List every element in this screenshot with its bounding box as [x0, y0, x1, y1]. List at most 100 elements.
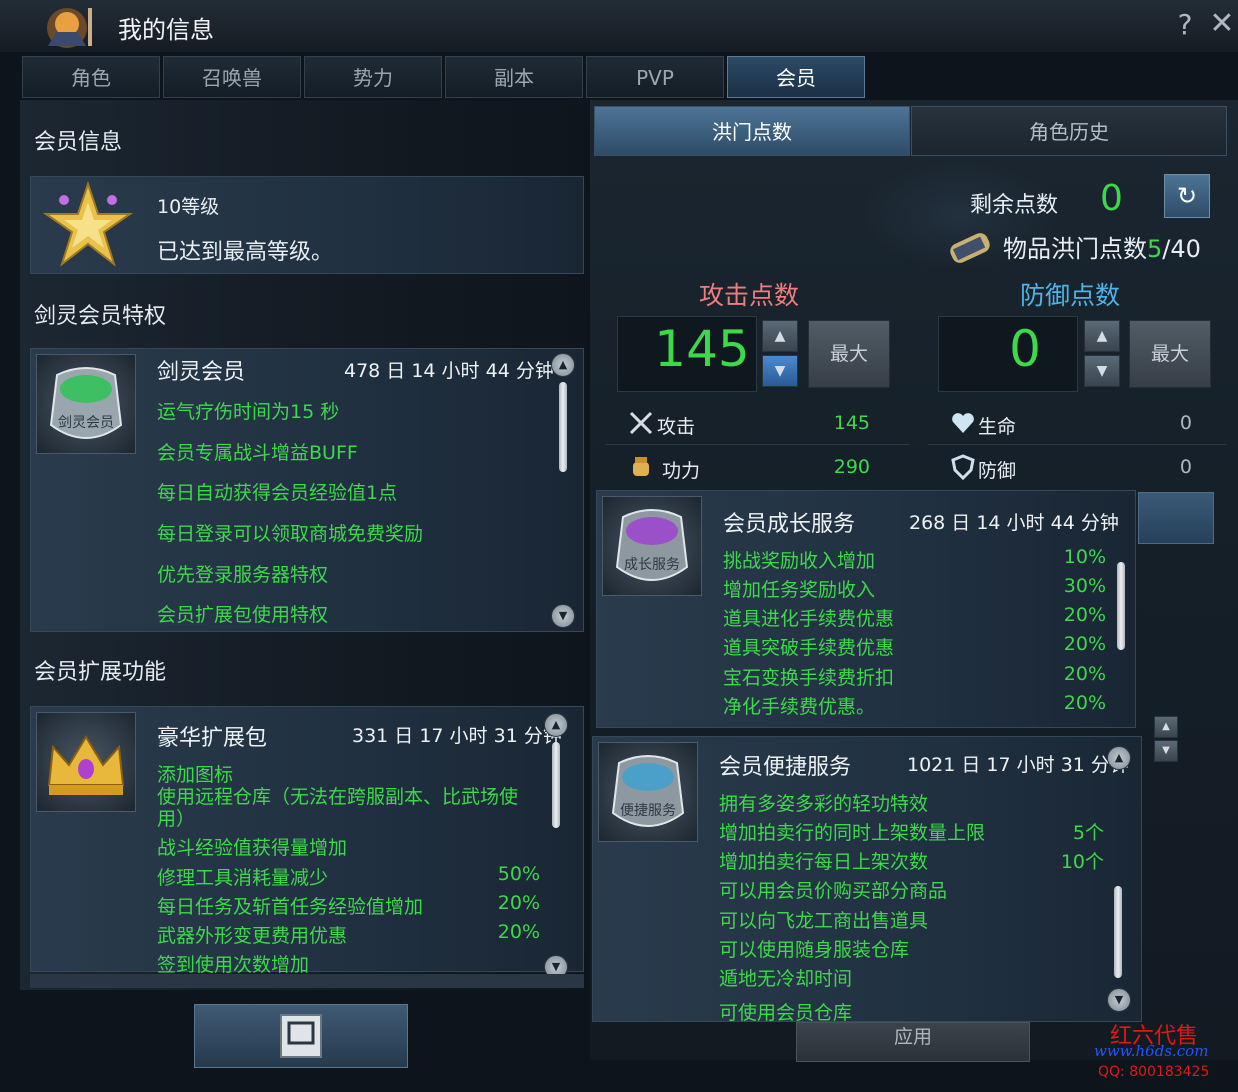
heart-icon: [950, 410, 976, 436]
extension-item: 武器外形变更费用优惠: [157, 925, 348, 947]
extension-name: 豪华扩展包: [157, 726, 268, 751]
stat-label: 生命: [978, 416, 1017, 438]
reset-button[interactable]: ↻: [1164, 174, 1210, 218]
growth-item-value: 20%: [1063, 633, 1106, 655]
extension-item: 添加图标: [157, 764, 234, 786]
growth-service-time: 268 日 14 小时 44 分钟: [909, 512, 1119, 534]
watermark-qq: QQ: 800183425: [1098, 1064, 1210, 1080]
remaining-points-value: 0: [1100, 178, 1123, 219]
convenience-item-value: 10个: [1060, 851, 1104, 873]
privilege-item: 每日自动获得会员经验值1点: [157, 482, 398, 504]
privilege-item: 运气疗伤时间为15 秒: [157, 401, 340, 423]
stat-label: 防御: [978, 460, 1017, 482]
scroll-up-button[interactable]: ▲: [551, 353, 575, 377]
shield-icon: [950, 454, 976, 481]
side-scroll-up-button[interactable]: ▲: [1154, 716, 1178, 738]
growth-item-value: 20%: [1063, 604, 1106, 626]
stat-value: 290: [833, 456, 870, 478]
attack-points-value: 145: [654, 320, 750, 378]
convenience-item: 增加拍卖行的同时上架数量上限: [719, 822, 986, 844]
attack-decrease-button[interactable]: ▼: [762, 355, 798, 387]
scrollbar-thumb[interactable]: [559, 382, 567, 472]
tab-summon[interactable]: 召唤兽: [163, 56, 301, 98]
item-points-total: /40: [1162, 235, 1201, 263]
window-title: 我的信息: [118, 16, 214, 44]
defense-points-value: 0: [1009, 320, 1041, 378]
extension-item: 战斗经验值获得量增加: [157, 837, 348, 859]
extension-item: 每日任务及斩首任务经验值增加: [157, 896, 424, 918]
tab-character[interactable]: 角色: [22, 56, 160, 98]
scrollbar-thumb[interactable]: [1117, 562, 1125, 650]
member-info-title: 会员信息: [34, 130, 123, 155]
growth-item: 宝石变换手续费折扣: [723, 667, 895, 689]
extension-item: 签到使用次数增加: [157, 954, 310, 976]
scroll-item-icon: [944, 226, 998, 270]
privilege-item: 优先登录服务器特权: [157, 564, 329, 586]
member-level: 10等级: [157, 196, 220, 218]
scroll-up-button[interactable]: ▲: [1107, 746, 1131, 770]
growth-service-token-icon: 成长服务: [602, 496, 702, 596]
extension-item: 修理工具消耗量减少: [157, 867, 329, 889]
extension-item-value: 50%: [497, 863, 540, 885]
defense-increase-button[interactable]: ▲: [1084, 320, 1120, 352]
growth-item-value: 20%: [1063, 692, 1106, 714]
convenience-item: 可以向飞龙工商出售道具: [719, 910, 929, 932]
defense-decrease-button[interactable]: ▼: [1084, 355, 1120, 387]
reset-icon: ↻: [1176, 182, 1198, 210]
scroll-down-button[interactable]: ▼: [1107, 988, 1131, 1012]
extension-item-value: 20%: [497, 921, 540, 943]
tab-member[interactable]: 会员: [727, 56, 865, 98]
growth-item: 道具进化手续费优惠: [723, 608, 895, 630]
scroll-down-button[interactable]: ▼: [551, 604, 575, 628]
member-level-desc: 已达到最高等级。: [157, 240, 334, 265]
growth-service-name: 会员成长服务: [723, 512, 856, 537]
tab-dungeon[interactable]: 副本: [445, 56, 583, 98]
convenience-item-value: 5个: [1072, 822, 1104, 844]
star-badge-icon: [40, 180, 136, 270]
growth-item: 道具突破手续费优惠: [723, 637, 895, 659]
close-button[interactable]: ✕: [1206, 6, 1238, 42]
token-label: 剑灵会员: [58, 415, 114, 431]
tab-faction[interactable]: 势力: [304, 56, 442, 98]
character-emblem-icon: [28, 2, 106, 50]
stat-value: 0: [1179, 412, 1192, 434]
help-button[interactable]: ?: [1170, 8, 1200, 42]
convenience-service-token-icon: 便捷服务: [598, 742, 698, 842]
convenience-item: 拥有多姿多彩的轻功特效: [719, 793, 929, 815]
privilege-name: 剑灵会员: [157, 360, 246, 385]
privilege-item: 会员专属战斗增益BUFF: [157, 442, 358, 464]
growth-item-value: 20%: [1063, 663, 1106, 685]
stat-value: 145: [833, 412, 870, 434]
convenience-item: 可以使用随身服装仓库: [719, 939, 910, 961]
fist-icon: [628, 454, 654, 480]
convenience-item: 可以用会员价购买部分商品: [719, 880, 948, 902]
defense-max-button[interactable]: 最大: [1129, 320, 1211, 388]
subtab-hongmen-points[interactable]: 洪门点数: [594, 106, 910, 156]
subtab-character-history[interactable]: 角色历史: [911, 106, 1227, 156]
convenience-service-time: 1021 日 17 小时 31 分钟: [907, 754, 1129, 776]
defense-points-title: 防御点数: [1020, 281, 1121, 310]
convenience-item: 可使用会员仓库: [719, 1002, 853, 1024]
attack-points-title: 攻击点数: [699, 281, 800, 310]
stat-label: 攻击: [657, 416, 696, 438]
crown-icon: [36, 712, 136, 812]
extension-title: 会员扩展功能: [34, 660, 167, 685]
tab-pvp[interactable]: PVP: [586, 56, 724, 98]
scroll-up-button[interactable]: ▲: [544, 713, 568, 737]
privilege-item: 会员扩展包使用特权: [157, 604, 329, 626]
shop-button[interactable]: [194, 1004, 408, 1068]
apply-button[interactable]: 应用: [796, 1022, 1030, 1062]
extension-time: 331 日 17 小时 31 分钟: [352, 725, 562, 747]
privilege-time: 478 日 14 小时 44 分钟: [344, 360, 554, 382]
scrollbar-thumb[interactable]: [1114, 886, 1122, 978]
item-points-label-text: 物品洪门点数: [1003, 235, 1147, 263]
next-card-peek: [30, 974, 584, 988]
attack-max-button[interactable]: 最大: [808, 320, 890, 388]
growth-item: 增加任务奖励收入: [723, 579, 876, 601]
scrollbar-thumb[interactable]: [552, 742, 560, 828]
side-scroll-down-button[interactable]: ▼: [1154, 740, 1178, 762]
attack-increase-button[interactable]: ▲: [762, 320, 798, 352]
stat-label: 功力: [662, 460, 701, 482]
growth-item: 净化手续费优惠。: [723, 696, 876, 718]
growth-item: 挑战奖励收入增加: [723, 550, 876, 572]
